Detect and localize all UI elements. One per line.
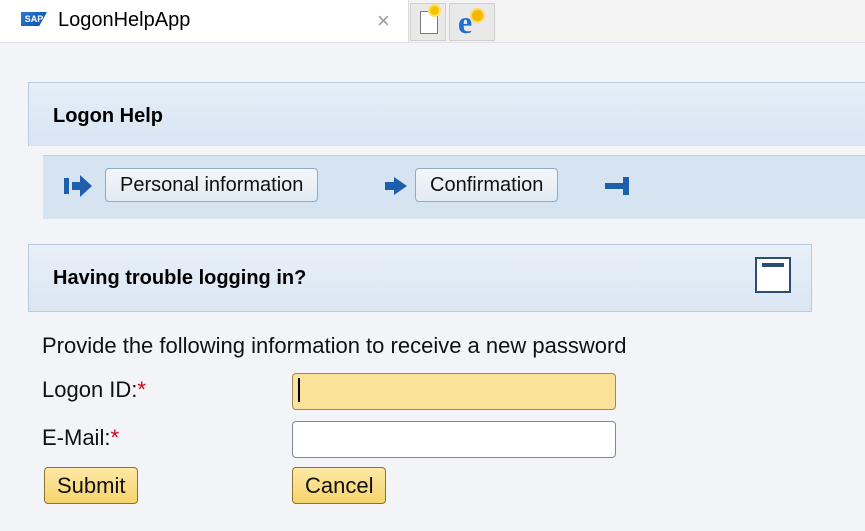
roadmap-step-confirmation[interactable]: Confirmation [415,168,559,202]
logon-id-field[interactable] [292,373,616,410]
logon-id-label-text: Logon ID: [42,377,138,402]
roadmap-start-icon [64,175,92,197]
form-intro-text: Provide the following information to rec… [42,333,627,358]
panel-title: Having trouble logging in? [53,267,307,289]
collapse-panel-icon[interactable] [755,257,791,293]
logon-id-label: Logon ID:* [42,377,146,403]
tab-title: LogonHelpApp [58,9,191,31]
email-label: E-Mail:* [42,425,119,451]
roadmap: Personal information Confirmation [43,155,865,219]
text-caret [298,378,300,402]
email-field[interactable] [292,421,616,458]
sap-logo-icon: SAP [21,12,47,26]
page-header: Logon Help [28,82,865,146]
submit-button[interactable]: Submit [44,467,139,504]
panel-header: Having trouble logging in? [28,244,812,312]
required-marker: * [110,425,120,450]
ie-e-icon: e [458,4,473,40]
required-marker: * [137,377,146,402]
email-label-text: E-Mail: [42,425,111,450]
ie-ring-icon [470,8,485,23]
page-title: Logon Help [53,105,163,127]
new-tab-icon[interactable] [410,3,446,41]
roadmap-step-personal-information[interactable]: Personal information [105,168,319,202]
internet-explorer-icon[interactable]: e [449,3,495,41]
cancel-button[interactable]: Cancel [292,467,387,504]
roadmap-arrow-icon [385,177,407,195]
close-icon[interactable]: × [377,8,390,34]
spark-icon [430,6,439,15]
roadmap-end-icon [605,177,629,195]
browser-tab-strip: SAP LogonHelpApp × e [0,0,865,43]
browser-tab[interactable]: SAP LogonHelpApp × [0,0,409,42]
